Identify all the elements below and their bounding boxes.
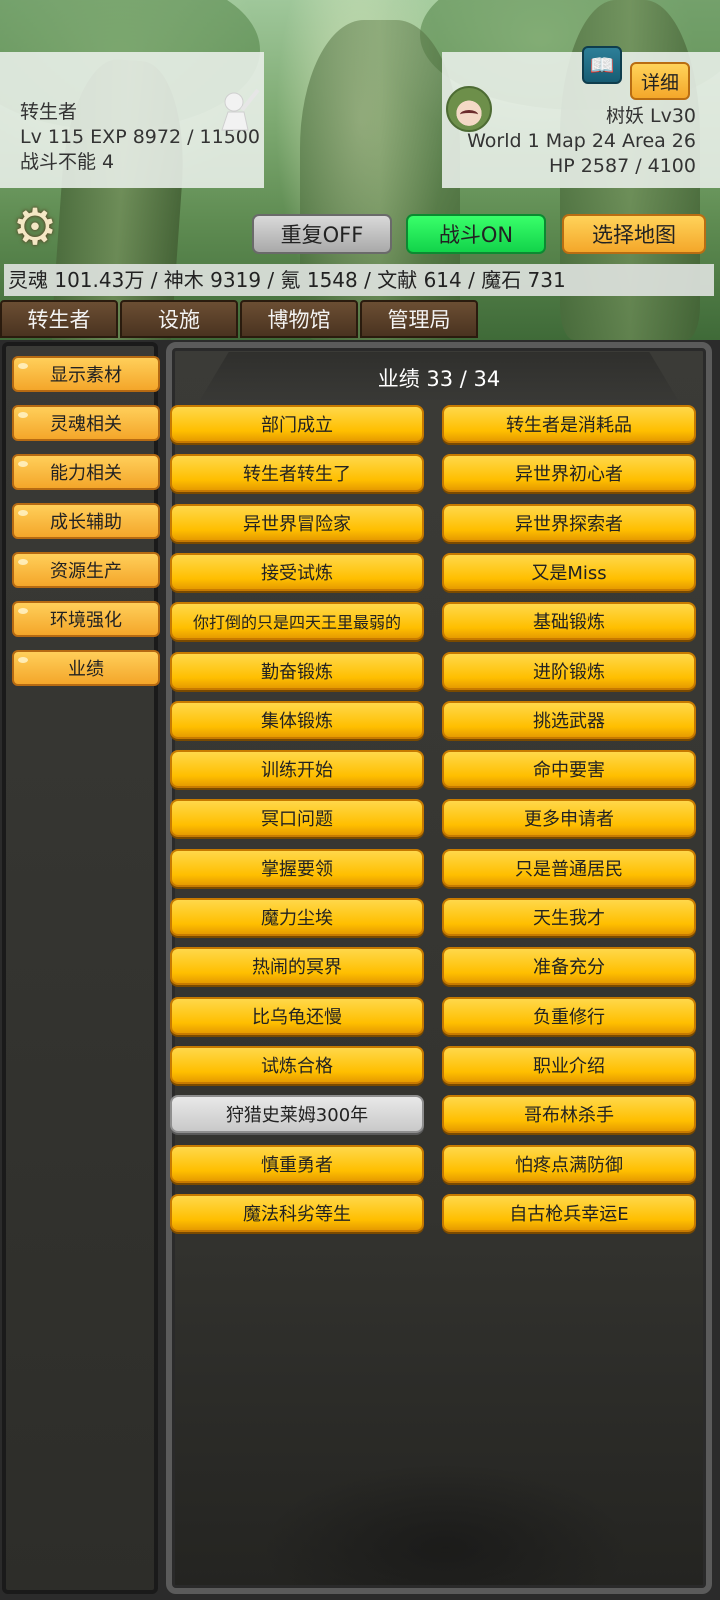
tab-facilities[interactable]: 设施 — [120, 300, 238, 338]
achievement-button[interactable]: 掌握要领 — [170, 848, 424, 887]
achievement-button[interactable]: 比乌龟还慢 — [170, 996, 424, 1035]
achievement-button[interactable]: 集体锻炼 — [170, 700, 424, 739]
achievement-button[interactable]: 试炼合格 — [170, 1045, 424, 1084]
detail-button[interactable]: 详细 — [630, 62, 690, 100]
achievement-button[interactable]: 只是普通居民 — [442, 848, 696, 887]
achievement-button[interactable]: 接受试炼 — [170, 552, 424, 591]
sidebar-item-resource-production[interactable]: 资源生产 — [12, 552, 160, 588]
achievement-button[interactable]: 冥口问题 — [170, 799, 424, 838]
select-map-button[interactable]: 选择地图 — [562, 214, 706, 254]
achievement-button[interactable]: 负重修行 — [442, 996, 696, 1035]
achievement-button[interactable]: 怕疼点满防御 — [442, 1144, 696, 1183]
achievement-button[interactable]: 异世界探索者 — [442, 503, 696, 542]
enemy-avatar — [446, 86, 492, 132]
achievement-button[interactable]: 狩猎史莱姆300年 — [170, 1095, 424, 1134]
sidebar-item-environment[interactable]: 环境强化 — [12, 601, 160, 637]
book-icon[interactable]: 📖 — [582, 46, 622, 84]
achievement-button[interactable]: 慎重勇者 — [170, 1144, 424, 1183]
main-tabs: 转生者 设施 博物馆 管理局 — [0, 300, 478, 338]
achievement-button[interactable]: 哥布林杀手 — [442, 1095, 696, 1134]
battle-toggle-button[interactable]: 战斗ON — [406, 214, 546, 254]
achievement-button[interactable]: 自古枪兵幸运E — [442, 1193, 696, 1232]
achievement-button[interactable]: 更多申请者 — [442, 799, 696, 838]
enemy-location: World 1 Map 24 Area 26 — [467, 130, 696, 152]
achievement-button[interactable]: 魔法科劣等生 — [170, 1193, 424, 1232]
achievement-button[interactable]: 勤奋锻炼 — [170, 651, 424, 690]
achievement-button[interactable]: 异世界初心者 — [442, 454, 696, 493]
repeat-toggle-button[interactable]: 重复OFF — [252, 214, 392, 254]
player-silhouette-icon — [221, 88, 260, 131]
tab-museum[interactable]: 博物馆 — [240, 300, 358, 338]
achievement-button[interactable]: 你打倒的只是四天王里最弱的 — [170, 602, 424, 641]
achievements-title: 业绩 33 / 34 — [377, 367, 501, 391]
sidebar-item-ability[interactable]: 能力相关 — [12, 454, 160, 490]
achievement-button[interactable]: 准备充分 — [442, 947, 696, 986]
sidebar-item-show-materials[interactable]: 显示素材 — [12, 356, 160, 392]
tab-reincarnator[interactable]: 转生者 — [0, 300, 118, 338]
resource-bar: 灵魂 101.43万 / 神木 9319 / 氪 1548 / 文献 614 /… — [4, 264, 714, 296]
achievement-button[interactable]: 天生我才 — [442, 898, 696, 936]
achievement-button[interactable]: 转生者是消耗品 — [442, 405, 696, 443]
achievement-button[interactable]: 训练开始 — [170, 750, 424, 789]
achievement-button[interactable]: 职业介绍 — [442, 1045, 696, 1084]
sidebar-item-soul[interactable]: 灵魂相关 — [12, 405, 160, 441]
achievement-button[interactable]: 基础锻炼 — [442, 602, 696, 641]
player-status: 战斗不能 4 — [20, 151, 115, 173]
achievement-button[interactable]: 又是Miss — [442, 552, 696, 591]
achievement-button[interactable]: 魔力尘埃 — [170, 898, 424, 936]
sidebar-item-achievements[interactable]: 业绩 — [12, 650, 160, 686]
achievement-button[interactable]: 热闹的冥界 — [170, 947, 424, 986]
achievement-button[interactable]: 转生者转生了 — [170, 454, 424, 493]
sidebar: 显示素材 灵魂相关 能力相关 成长辅助 资源生产 环境强化 业绩 — [2, 342, 160, 1594]
sidebar-item-growth[interactable]: 成长辅助 — [12, 503, 160, 539]
achievement-button[interactable]: 部门成立 — [170, 405, 424, 443]
achievement-button[interactable]: 挑选武器 — [442, 700, 696, 739]
achievement-button[interactable]: 异世界冒险家 — [170, 503, 424, 542]
enemy-hp: HP 2587 / 4100 — [549, 155, 696, 177]
achievement-button[interactable]: 进阶锻炼 — [442, 651, 696, 690]
tab-management[interactable]: 管理局 — [360, 300, 478, 338]
gear-icon[interactable]: ⚙ — [10, 202, 60, 252]
achievement-button[interactable]: 命中要害 — [442, 750, 696, 789]
